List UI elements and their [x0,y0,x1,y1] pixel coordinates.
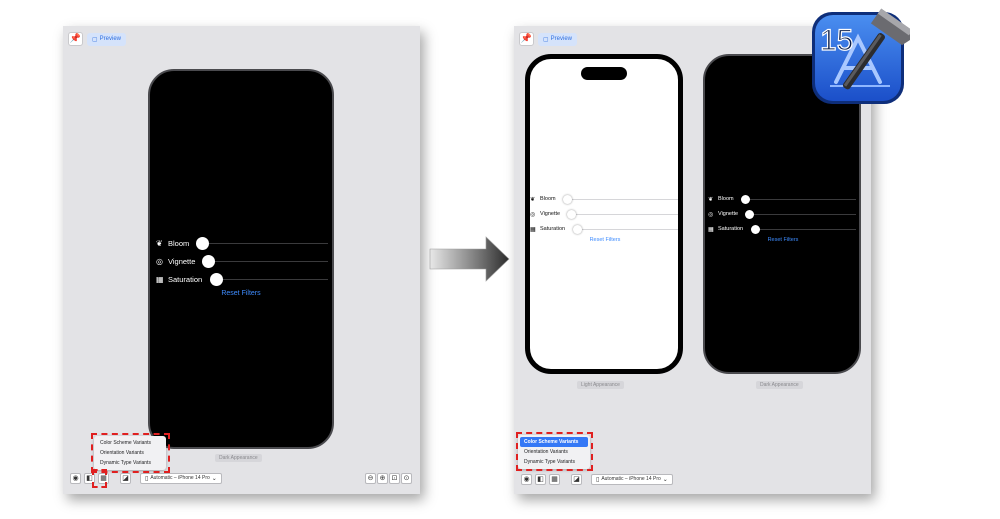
bloom-row: ❦ Bloom [530,194,556,204]
saturation-label: Saturation [718,226,744,232]
preview-icon: ▢ [543,36,549,43]
preview-tab-label: Preview [99,36,122,42]
saturation-slider-track[interactable] [756,229,856,230]
transition-arrow-icon [429,236,510,282]
iphone-preview-dark: ❦ Bloom ◎ Vignette ▦ Saturation Reset Fi… [148,69,334,449]
iphone-icon: ▯ [145,475,149,482]
preview-canvas-left: 📌 ▢ Preview ❦ Bloom ◎ Vignette ▦ Saturat… [63,26,420,494]
iphone-preview-light: ❦ Bloom ◎ Vignette ▦ Saturation Reset Fi… [525,54,683,374]
dark-appearance-caption: Dark Appearance [215,454,262,462]
bloom-slider-thumb[interactable] [563,195,572,204]
dark-appearance-caption: Dark Appearance [756,381,803,389]
bloom-icon: ❦ [708,195,714,203]
bloom-slider-thumb[interactable] [196,237,209,250]
zoom-fit-icon[interactable]: ⊡ [389,473,400,484]
vignette-icon: ◎ [156,256,163,266]
live-mode-icon[interactable]: ◉ [521,474,532,485]
zoom-in-icon[interactable]: ⊕ [377,473,388,484]
bloom-slider-thumb[interactable] [741,195,750,204]
vignette-slider-thumb[interactable] [567,210,576,219]
canvas-toolbar: ◉ ◧ ▦ ◪ ▯ Automatic – iPhone 14 Pro ⌄ [521,474,673,485]
highlight-box-menu [516,432,593,471]
bloom-row: ❦ Bloom [156,236,189,250]
xcode-15-logo-icon: 15 [812,8,910,104]
vignette-label: Vignette [540,211,561,217]
saturation-row: ▦ Saturation [530,224,565,234]
device-picker-label: Automatic – iPhone 14 Pro [601,476,661,482]
bloom-slider-track[interactable] [746,199,856,200]
zoom-controls: ⊖ ⊕ ⊡ ⊙ [365,473,412,484]
live-mode-icon[interactable]: ◉ [70,473,81,484]
saturation-slider-thumb[interactable] [210,273,223,286]
bloom-label: Bloom [718,196,734,202]
saturation-slider-track[interactable] [578,229,678,230]
filter-controls: ❦ Bloom ◎ Vignette ▦ Saturation Reset Fi… [156,236,330,306]
filter-controls: ❦ Bloom ◎ Vignette ▦ Saturation Reset Fi… [530,194,678,254]
vignette-slider-track[interactable] [750,214,856,215]
reset-filters-button[interactable]: Reset Filters [570,237,640,243]
badge-number: 15 [820,24,853,57]
bloom-icon: ❦ [156,238,163,248]
chevron-down-icon: ⌄ [211,475,217,482]
saturation-row: ▦ Saturation [708,224,743,234]
selectable-mode-icon[interactable]: ◧ [535,474,546,485]
zoom-out-icon[interactable]: ⊖ [365,473,376,484]
pin-icon[interactable]: 📌 [68,32,83,46]
zoom-actual-icon[interactable]: ⊙ [401,473,412,484]
vignette-slider-track[interactable] [208,261,328,262]
vignette-slider-thumb[interactable] [745,210,754,219]
light-appearance-caption: Light Appearance [577,381,624,389]
variants-button[interactable]: ▦ [549,474,560,485]
saturation-label: Saturation [540,226,566,232]
saturation-icon: ▦ [156,274,164,284]
vignette-label: Vignette [168,256,196,266]
filter-controls: ❦ Bloom ◎ Vignette ▦ Saturation Reset Fi… [708,194,858,254]
device-picker[interactable]: ▯ Automatic – iPhone 14 Pro ⌄ [591,474,673,485]
iphone-icon: ▯ [596,476,600,483]
saturation-slider-track[interactable] [216,279,328,280]
bloom-slider-track[interactable] [568,199,678,200]
saturation-slider-thumb[interactable] [573,225,582,234]
dynamic-island [581,67,627,80]
vignette-icon: ◎ [530,210,536,218]
bloom-row: ❦ Bloom [708,194,734,204]
vignette-icon: ◎ [708,210,714,218]
saturation-icon: ▦ [708,225,714,233]
device-picker[interactable]: ▯ Automatic – iPhone 14 Pro ⌄ [140,473,222,484]
saturation-icon: ▦ [530,225,536,233]
vignette-slider-thumb[interactable] [202,255,215,268]
vignette-row: ◎ Vignette [708,209,738,219]
bloom-label: Bloom [168,238,190,248]
vignette-row: ◎ Vignette [156,254,195,268]
vignette-label: Vignette [718,211,739,217]
bloom-icon: ❦ [530,195,536,203]
chevron-down-icon: ⌄ [662,476,668,483]
saturation-row: ▦ Saturation [156,272,202,286]
preview-tab-label: Preview [550,36,573,42]
saturation-slider-thumb[interactable] [751,225,760,234]
saturation-label: Saturation [168,274,203,284]
reset-filters-button[interactable]: Reset Filters [196,290,286,297]
highlight-box-menu [91,433,170,473]
preview-tab[interactable]: ▢ Preview [538,33,578,46]
vignette-slider-track[interactable] [572,214,678,215]
device-picker-label: Automatic – iPhone 14 Pro [150,475,210,481]
device-settings-icon[interactable]: ◪ [571,474,582,485]
pin-icon[interactable]: 📌 [519,32,534,46]
reset-filters-button[interactable]: Reset Filters [748,237,818,243]
preview-icon: ▢ [92,36,98,43]
bloom-slider-track[interactable] [202,243,328,244]
bloom-label: Bloom [540,196,556,202]
preview-tab[interactable]: ▢ Preview [87,33,127,46]
highlight-box-variants-button [92,469,107,488]
vignette-row: ◎ Vignette [530,209,560,219]
device-settings-icon[interactable]: ◪ [120,473,131,484]
